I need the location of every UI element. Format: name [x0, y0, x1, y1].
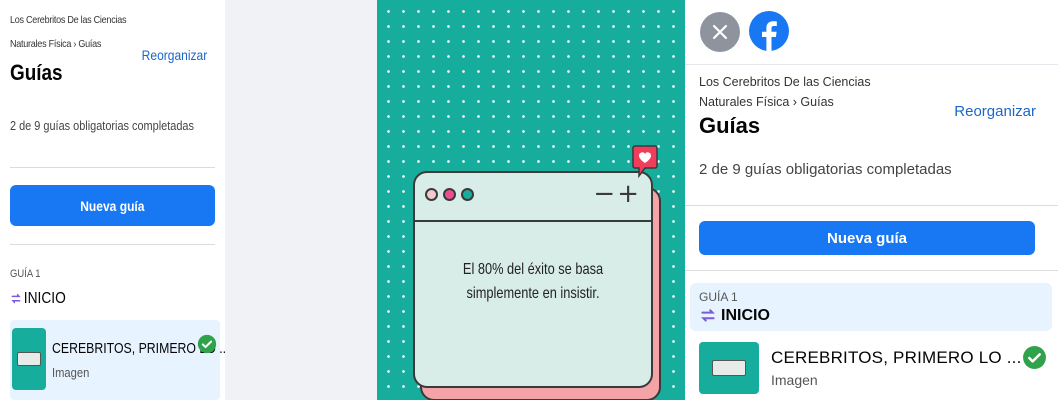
guide-item-type: Imagen	[771, 372, 818, 388]
window-titlebar: −+	[415, 173, 651, 222]
new-guide-label: Nueva guía	[80, 197, 145, 214]
page-title: Guías	[699, 113, 761, 138]
divider	[685, 270, 1058, 271]
reorganize-link[interactable]: Reorganizar	[141, 47, 207, 63]
window-dot	[425, 188, 438, 201]
guide-item[interactable]: CEREBRITOS, PRIMERO LO ... Imagen	[10, 320, 225, 400]
on-arrows-icon	[701, 309, 715, 322]
new-guide-button[interactable]: Nueva guía	[699, 221, 1035, 255]
guide-item-type: Imagen	[52, 365, 90, 380]
divider	[685, 64, 1058, 65]
guide-number: GUÍA 1	[699, 290, 738, 304]
facebook-icon[interactable]	[748, 10, 790, 52]
quote-window: −+ El 80% del éxito se basa simplemente …	[413, 171, 653, 388]
background-gap	[225, 0, 377, 400]
page-title: Guías	[10, 60, 63, 85]
breadcrumb-group[interactable]: Los Cerebritos De las Ciencias	[699, 75, 871, 89]
heart-notification-icon	[632, 145, 658, 178]
guide-item-thumbnail[interactable]	[699, 342, 759, 394]
divider	[10, 167, 215, 168]
close-icon	[712, 24, 728, 40]
quote-line: El 80% del éxito se basa	[462, 261, 604, 278]
guides-panel: Los Cerebritos De las Ciencias Naturales…	[685, 0, 1058, 400]
guide-item-title[interactable]: CEREBRITOS, PRIMERO LO ...	[771, 348, 1022, 368]
quote-line: simplemente en insistir.	[466, 285, 600, 302]
progress-text: 2 de 9 guías obligatorias completadas	[10, 118, 194, 133]
breadcrumb-path[interactable]: Naturales Física › Guías	[10, 38, 101, 50]
reorganize-link[interactable]: Reorganizar	[954, 103, 1036, 120]
breadcrumb-path[interactable]: Naturales Física › Guías	[699, 95, 834, 109]
on-arrows-icon	[11, 293, 21, 304]
window-dot	[443, 188, 456, 201]
new-guide-button[interactable]: Nueva guía	[10, 185, 215, 226]
divider	[685, 205, 1058, 206]
guide-section-title[interactable]: INICIO	[10, 290, 66, 308]
post-image[interactable]: −+ El 80% del éxito se basa simplemente …	[377, 0, 685, 400]
check-circle-icon	[197, 334, 217, 354]
window-controls: −+	[593, 179, 641, 209]
section-label: INICIO	[721, 307, 770, 324]
guide-item-thumbnail	[12, 328, 46, 390]
guide-number: GUÍA 1	[10, 268, 41, 280]
check-circle-icon	[1023, 346, 1046, 369]
quote-text: El 80% del éxito se basa simplemente en …	[439, 258, 628, 306]
progress-text: 2 de 9 guías obligatorias completadas	[699, 161, 952, 178]
guides-panel-condensed: Los Cerebritos De las Ciencias Naturales…	[0, 0, 225, 400]
divider	[10, 244, 215, 245]
close-button[interactable]	[700, 12, 740, 52]
guide-section-title[interactable]: INICIO	[699, 307, 770, 325]
breadcrumb-group[interactable]: Los Cerebritos De las Ciencias	[10, 14, 126, 26]
section-label: INICIO	[23, 290, 66, 307]
window-dot	[461, 188, 474, 201]
